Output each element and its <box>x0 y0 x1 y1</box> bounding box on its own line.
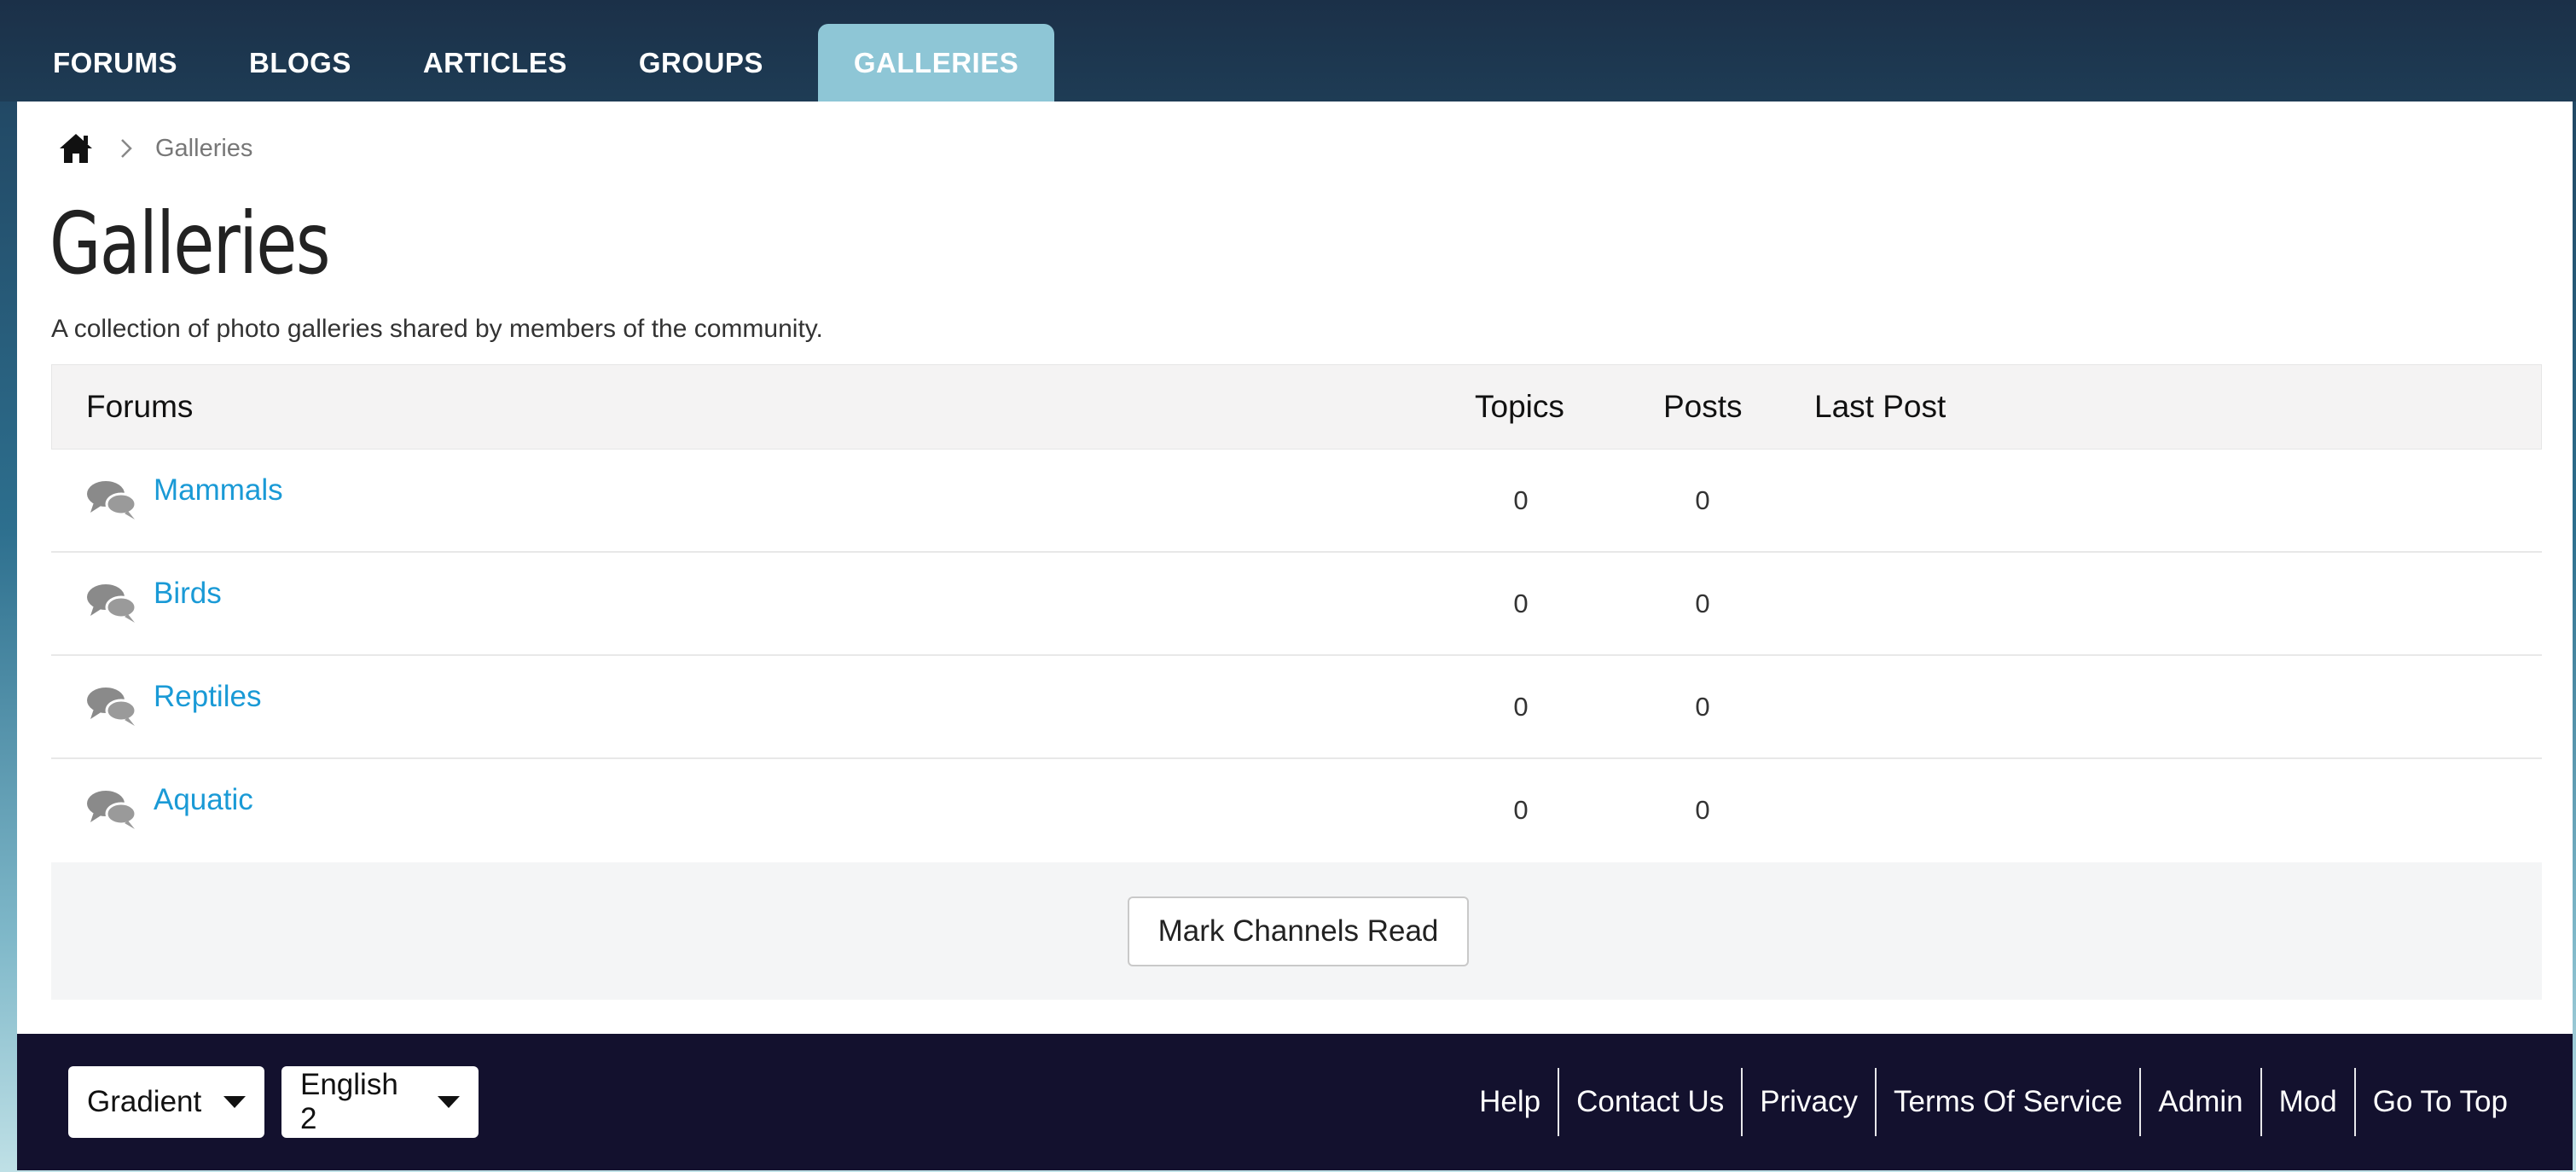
tab-groups[interactable]: GROUPS <box>603 24 799 102</box>
table-row: Aquatic 0 0 <box>51 759 2542 862</box>
chat-bubbles-icon <box>85 786 138 831</box>
tab-forums[interactable]: FORUMS <box>17 24 213 102</box>
top-navigation-bar: FORUMS BLOGS ARTICLES GROUPS GALLERIES <box>0 0 2576 102</box>
language-select[interactable]: English 2 <box>281 1066 479 1138</box>
footer-link-admin[interactable]: Admin <box>2141 1068 2260 1136</box>
language-select-value: English 2 <box>300 1068 398 1135</box>
topics-count: 0 <box>1513 589 1529 618</box>
tab-blogs[interactable]: BLOGS <box>213 24 387 102</box>
footer-link-mod[interactable]: Mod <box>2262 1068 2354 1136</box>
breadcrumb: Galleries <box>58 125 252 172</box>
table-row: Reptiles 0 0 <box>51 656 2542 759</box>
posts-count: 0 <box>1695 589 1710 618</box>
footer-link-help[interactable]: Help <box>1462 1068 1558 1136</box>
footer-link-terms-of-service[interactable]: Terms Of Service <box>1877 1068 2139 1136</box>
posts-count: 0 <box>1695 795 1710 825</box>
main-content: Galleries Galleries A collection of phot… <box>17 102 2573 1034</box>
breadcrumb-current: Galleries <box>155 134 253 162</box>
footer-divider <box>2353 1068 2356 1136</box>
caret-down-icon <box>223 1096 247 1108</box>
posts-count: 0 <box>1695 485 1710 515</box>
chat-bubbles-icon <box>85 683 138 728</box>
footer-divider <box>1875 1068 1877 1136</box>
header-posts: Posts <box>1663 389 1743 424</box>
footer-links: Help Contact Us Privacy Terms Of Service… <box>1462 1068 2525 1136</box>
table-row: Mammals 0 0 <box>51 450 2542 553</box>
chat-bubbles-icon <box>85 580 138 624</box>
chevron-right-icon <box>119 137 133 160</box>
forum-table: Forums Topics Posts Last Post Mammals 0 … <box>51 364 2542 862</box>
forum-link-birds[interactable]: Birds <box>154 577 222 611</box>
forum-link-aquatic[interactable]: Aquatic <box>154 783 253 817</box>
forum-link-mammals[interactable]: Mammals <box>154 473 283 508</box>
footer-link-contact-us[interactable]: Contact Us <box>1559 1068 1741 1136</box>
posts-count: 0 <box>1695 692 1710 722</box>
forum-link-reptiles[interactable]: Reptiles <box>154 680 261 714</box>
home-icon[interactable] <box>58 132 94 165</box>
footer-link-go-to-top[interactable]: Go To Top <box>2356 1068 2525 1136</box>
mark-channels-read-button[interactable]: Mark Channels Read <box>1128 896 1469 966</box>
caret-down-icon <box>438 1096 460 1108</box>
tab-articles[interactable]: ARTICLES <box>387 24 603 102</box>
tab-galleries[interactable]: GALLERIES <box>817 24 1055 102</box>
footer-divider <box>1741 1068 1743 1136</box>
page-description: A collection of photo galleries shared b… <box>51 315 823 343</box>
site-footer: Gradient English 2 Help Contact Us Priva… <box>17 1034 2573 1170</box>
page-title: Galleries <box>49 194 330 293</box>
theme-select[interactable]: Gradient <box>68 1066 264 1138</box>
table-actions: Mark Channels Read <box>51 862 2542 1000</box>
topics-count: 0 <box>1513 795 1529 825</box>
header-last-post: Last Post <box>1814 389 1947 424</box>
nav-tabs: FORUMS BLOGS ARTICLES GROUPS GALLERIES <box>17 24 1055 102</box>
footer-link-privacy[interactable]: Privacy <box>1743 1068 1875 1136</box>
header-topics: Topics <box>1475 389 1564 424</box>
theme-select-value: Gradient <box>87 1085 202 1118</box>
footer-divider <box>2260 1068 2262 1136</box>
header-forums: Forums <box>86 389 194 424</box>
table-header: Forums Topics Posts Last Post <box>51 364 2542 450</box>
table-row: Birds 0 0 <box>51 553 2542 656</box>
topics-count: 0 <box>1513 692 1529 722</box>
footer-divider <box>1558 1068 1560 1136</box>
topics-count: 0 <box>1513 485 1529 515</box>
chat-bubbles-icon <box>85 477 138 521</box>
footer-divider <box>2139 1068 2142 1136</box>
